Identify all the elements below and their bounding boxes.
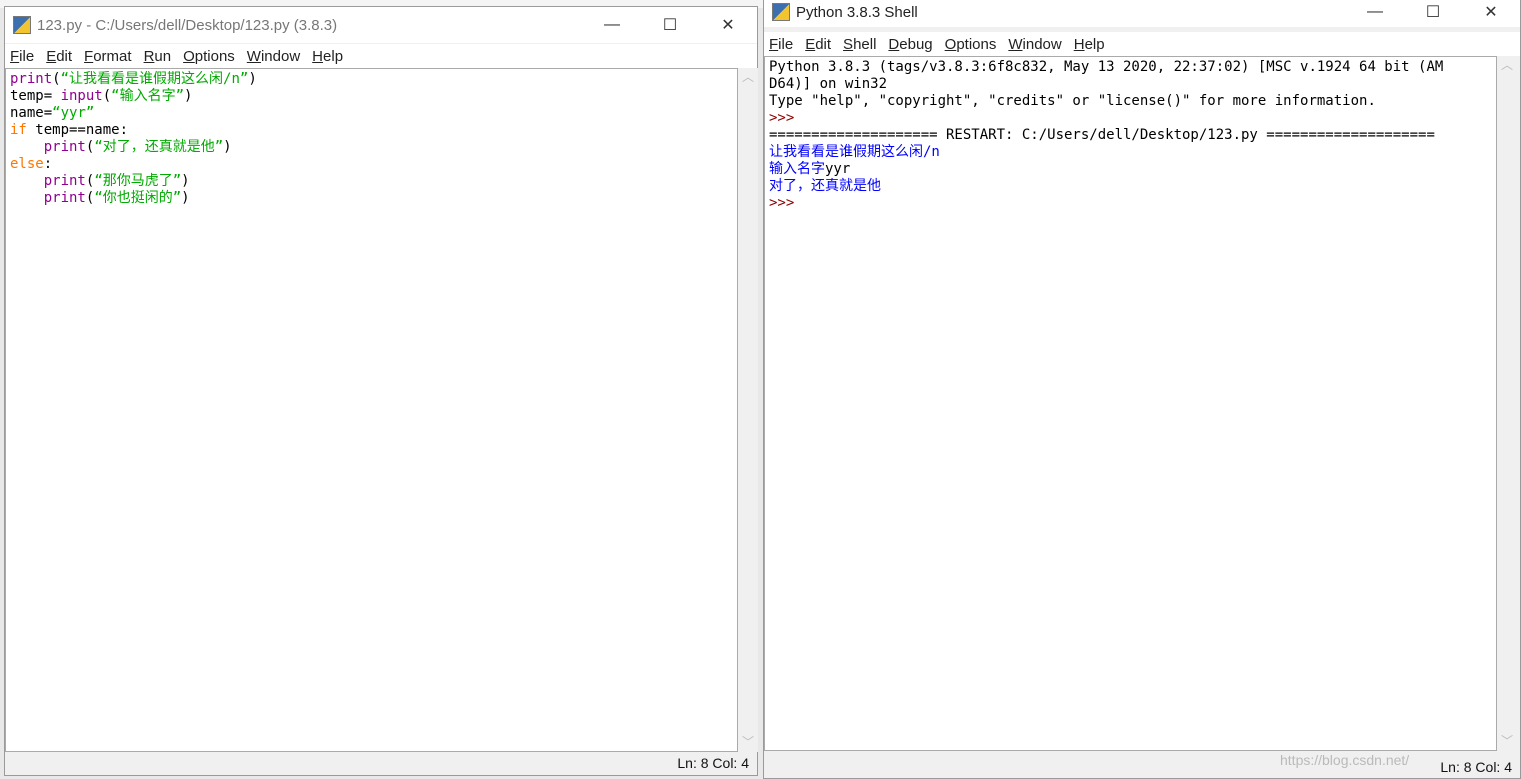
menu-debug[interactable]: Debug: [888, 36, 932, 53]
shell-text: D64)] on win32: [769, 76, 888, 92]
shell-output-area[interactable]: Python 3.8.3 (tags/v3.8.3:6f8c832, May 1…: [764, 56, 1497, 751]
shell-menubar: File Edit Shell Debug Options Window Help: [764, 32, 1520, 56]
code-token: print: [43, 139, 86, 155]
shell-status: Ln: 8 Col: 4: [1440, 759, 1512, 775]
menu-file[interactable]: File: [10, 48, 34, 65]
menu-options[interactable]: Options: [945, 36, 997, 53]
menu-help[interactable]: Help: [1074, 36, 1105, 53]
scroll-up-icon[interactable]: ︿: [738, 68, 758, 85]
shell-line: 对了，还真就是他: [769, 178, 1492, 195]
shell-text: 让我看看是谁假期这么闲/n: [769, 144, 940, 160]
menu-format[interactable]: Format: [84, 48, 132, 65]
code-token: name=: [10, 105, 53, 121]
code-line: name=“yyr”: [10, 105, 733, 122]
code-token: ): [181, 190, 190, 206]
code-token: “输入名字”: [111, 88, 185, 104]
menu-edit[interactable]: Edit: [805, 36, 831, 53]
code-token: “你也挺闲的”: [94, 190, 182, 206]
editor-scrollbar[interactable]: ︿ ﹀: [738, 68, 758, 752]
maximize-button[interactable]: ☐: [641, 7, 699, 43]
minimize-button[interactable]: —: [1346, 0, 1404, 27]
close-button[interactable]: ✕: [1462, 0, 1520, 27]
editor-status: Ln: 8 Col: 4: [677, 755, 749, 771]
shell-text: 输入名字: [769, 161, 825, 177]
code-line: print(“你也挺闲的”): [10, 190, 733, 207]
code-token: input: [60, 88, 103, 104]
shell-line: >>>: [769, 110, 1492, 127]
editor-titlebar: 123.py - C:/Users/dell/Desktop/123.py (3…: [5, 7, 757, 43]
code-line: temp= input(“输入名字”): [10, 88, 733, 105]
menu-options[interactable]: Options: [183, 48, 235, 65]
code-line: if temp==name:: [10, 122, 733, 139]
shell-line: ==================== RESTART: C:/Users/d…: [769, 127, 1492, 144]
shell-titlebar: Python 3.8.3 Shell — ☐ ✕: [764, 0, 1520, 27]
code-token: print: [43, 190, 86, 206]
code-token: print: [43, 173, 86, 189]
code-line: print(“让我看看是谁假期这么闲/n”): [10, 71, 733, 88]
scroll-down-icon[interactable]: ﹀: [738, 733, 758, 750]
code-token: ): [184, 88, 193, 104]
code-token: ): [181, 173, 190, 189]
code-token: else: [10, 156, 44, 172]
menu-edit[interactable]: Edit: [46, 48, 72, 65]
shell-line: Type "help", "copyright", "credits" or "…: [769, 93, 1492, 110]
watermark: https://blog.csdn.net/: [1280, 752, 1410, 768]
menu-shell[interactable]: Shell: [843, 36, 876, 53]
scroll-down-icon[interactable]: ﹀: [1497, 732, 1517, 749]
minimize-button[interactable]: —: [583, 7, 641, 43]
shell-line: Python 3.8.3 (tags/v3.8.3:6f8c832, May 1…: [769, 59, 1492, 76]
code-token: ): [223, 139, 232, 155]
menu-window[interactable]: Window: [247, 48, 300, 65]
menu-help[interactable]: Help: [312, 48, 343, 65]
shell-input: yyr: [825, 161, 851, 177]
code-token: :: [43, 156, 53, 172]
editor-menubar: File Edit Format Run Options Window Help: [5, 44, 757, 68]
shell-window: Python 3.8.3 Shell — ☐ ✕ File Edit Shell De…: [763, 0, 1521, 779]
code-token: “让我看看是谁假期这么闲/n”: [60, 71, 249, 87]
code-token: “yyr”: [52, 105, 95, 121]
shell-line: 输入名字yyr: [769, 161, 1492, 178]
menu-run[interactable]: Run: [144, 48, 172, 65]
code-token: “那你马虎了”: [94, 173, 182, 189]
shell-text: Python 3.8.3 (tags/v3.8.3:6f8c832, May 1…: [769, 59, 1444, 75]
scroll-up-icon[interactable]: ︿: [1497, 56, 1517, 73]
shell-title: Python 3.8.3 Shell: [796, 3, 918, 21]
code-token: ): [248, 71, 257, 87]
menu-window[interactable]: Window: [1008, 36, 1061, 53]
code-token: print: [10, 71, 53, 87]
code-token: temp==name:: [26, 122, 129, 138]
editor-title: 123.py - C:/Users/dell/Desktop/123.py (3…: [37, 16, 338, 34]
code-line: print(“那你马虎了”): [10, 173, 733, 190]
code-token: (: [52, 71, 61, 87]
shell-text: 对了，还真就是他: [769, 178, 881, 194]
editor-window: 123.py - C:/Users/dell/Desktop/123.py (3…: [4, 6, 758, 776]
python-shell-icon: [772, 3, 790, 21]
editor-code-area[interactable]: print(“让我看看是谁假期这么闲/n”) temp= input(“输入名字”…: [5, 68, 738, 752]
shell-line: >>>: [769, 195, 1492, 212]
menu-file[interactable]: File: [769, 36, 793, 53]
close-button[interactable]: ✕: [699, 7, 757, 43]
code-line: else:: [10, 156, 733, 173]
code-token: (: [102, 88, 112, 104]
shell-scrollbar[interactable]: ︿ ﹀: [1497, 56, 1517, 751]
code-token: “对了，还真就是他”: [94, 139, 224, 155]
code-token: temp=: [10, 88, 61, 104]
shell-line: D64)] on win32: [769, 76, 1492, 93]
shell-text: >>>: [769, 195, 803, 211]
shell-text: Type "help", "copyright", "credits" or "…: [769, 93, 1376, 109]
maximize-button[interactable]: ☐: [1404, 0, 1462, 27]
code-line: print(“对了，还真就是他”): [10, 139, 733, 156]
python-file-icon: [13, 16, 31, 34]
shell-text: ==================== RESTART: C:/Users/d…: [769, 127, 1435, 143]
shell-text: >>>: [769, 110, 803, 126]
code-token: if: [10, 122, 27, 138]
shell-line: 让我看看是谁假期这么闲/n: [769, 144, 1492, 161]
